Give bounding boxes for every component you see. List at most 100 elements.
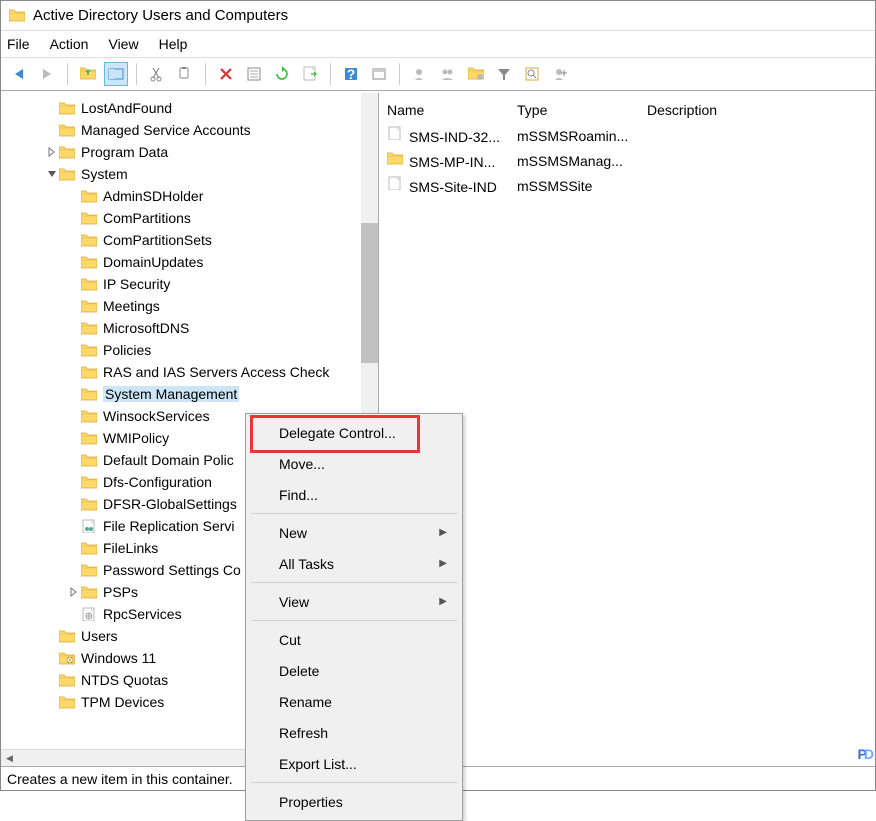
tree-node-label: NTDS Quotas (81, 672, 168, 688)
up-button[interactable] (76, 62, 100, 86)
folder-icon (59, 101, 75, 115)
tree-node-label: LostAndFound (81, 100, 172, 116)
menu-file[interactable]: File (7, 36, 30, 52)
context-menu-label: View (279, 594, 309, 610)
folder-icon (387, 151, 403, 167)
properties-button[interactable] (242, 62, 266, 86)
tree-node[interactable]: ComPartitions (1, 207, 378, 229)
list-header[interactable]: Name Type Description (379, 97, 875, 123)
show-hide-console-tree-button[interactable] (104, 62, 128, 86)
folder-icon (59, 123, 75, 137)
context-menu-label: All Tasks (279, 556, 334, 572)
menu-help[interactable]: Help (159, 36, 188, 52)
back-button[interactable] (7, 62, 31, 86)
column-description[interactable]: Description (647, 102, 875, 118)
filter-button[interactable] (492, 62, 516, 86)
filter-options-button[interactable] (367, 62, 391, 86)
list-row[interactable]: SMS-IND-32...mSSMSRoamin... (379, 123, 875, 148)
delete-button[interactable] (214, 62, 238, 86)
tree-node-label: RpcServices (103, 606, 182, 622)
new-user-button[interactable] (408, 62, 432, 86)
submenu-arrow-icon: ▶ (439, 527, 447, 538)
tree-node[interactable]: AdminSDHolder (1, 185, 378, 207)
scroll-thumb[interactable] (361, 223, 378, 363)
context-menu-item[interactable]: All Tasks▶ (249, 548, 459, 579)
tree-node[interactable]: IP Security (1, 273, 378, 295)
context-menu-item[interactable]: Cut (249, 624, 459, 655)
context-menu: Delegate Control... Move...Find... New ▶ All… (245, 413, 463, 821)
add-to-group-button[interactable] (548, 62, 572, 86)
folder-icon (81, 541, 97, 555)
tree-node-label: Users (81, 628, 118, 644)
service-icon (81, 519, 97, 533)
tree-node[interactable]: Meetings (1, 295, 378, 317)
tree-node[interactable]: LostAndFound (1, 97, 378, 119)
context-menu-item[interactable]: Delegate Control... (249, 417, 459, 448)
list-row[interactable]: SMS-MP-IN...mSSMSManag... (379, 148, 875, 173)
export-button[interactable] (298, 62, 322, 86)
tree-node[interactable]: System Management (1, 383, 378, 405)
column-name[interactable]: Name (387, 102, 517, 118)
context-menu-label: Cut (279, 632, 301, 648)
expander-icon[interactable] (67, 585, 81, 599)
ou-icon (59, 651, 75, 665)
tree-node[interactable]: ComPartitionSets (1, 229, 378, 251)
tree-node[interactable]: System (1, 163, 378, 185)
context-menu-item[interactable]: Export List... (249, 748, 459, 779)
find-button[interactable] (520, 62, 544, 86)
refresh-button[interactable] (270, 62, 294, 86)
context-menu-item[interactable]: New ▶ (249, 517, 459, 548)
tree-node-label: Windows 11 (81, 650, 156, 666)
tree-node[interactable]: DomainUpdates (1, 251, 378, 273)
tree-node[interactable]: Program Data (1, 141, 378, 163)
expander-icon (67, 343, 81, 357)
context-menu-item[interactable]: View▶ (249, 586, 459, 617)
folder-icon (81, 255, 97, 269)
folder-icon (59, 145, 75, 159)
folder-icon (81, 233, 97, 247)
tree-node-label: RAS and IAS Servers Access Check (103, 364, 329, 380)
folder-icon (81, 431, 97, 445)
tree-node[interactable]: Policies (1, 339, 378, 361)
expander-icon (67, 277, 81, 291)
tree-node-label: FileLinks (103, 540, 158, 556)
tree-node-label: AdminSDHolder (103, 188, 203, 204)
tree-node[interactable]: RAS and IAS Servers Access Check (1, 361, 378, 383)
expander-icon (67, 189, 81, 203)
menu-view[interactable]: View (108, 36, 138, 52)
context-menu-item[interactable]: Rename (249, 686, 459, 717)
forward-button[interactable] (35, 62, 59, 86)
expander-icon[interactable] (45, 145, 59, 159)
column-type[interactable]: Type (517, 102, 647, 118)
cut-button[interactable] (145, 62, 169, 86)
new-ou-button[interactable] (464, 62, 488, 86)
context-menu-item[interactable]: Delete (249, 655, 459, 686)
help-button[interactable]: ? (339, 62, 363, 86)
expander-icon (67, 453, 81, 467)
context-menu-label: Delegate Control... (279, 425, 396, 441)
copy-button[interactable] (173, 62, 197, 86)
tree-node[interactable]: MicrosoftDNS (1, 317, 378, 339)
new-group-button[interactable] (436, 62, 460, 86)
expander-icon (45, 695, 59, 709)
tree-node-label: IP Security (103, 276, 170, 292)
context-menu-item[interactable]: Refresh (249, 717, 459, 748)
svg-text:?: ? (347, 66, 356, 82)
context-menu-label: New (279, 525, 307, 541)
tree-node-label: Password Settings Co (103, 562, 241, 578)
expander-icon (67, 299, 81, 313)
expander-icon (67, 409, 81, 423)
expander-icon[interactable] (45, 167, 59, 181)
doc-icon (387, 126, 403, 142)
scroll-left-button[interactable]: ◀ (1, 750, 18, 766)
menu-separator (251, 582, 457, 583)
menu-action[interactable]: Action (50, 36, 89, 52)
expander-icon (67, 563, 81, 577)
menu-separator (251, 782, 457, 783)
tree-node[interactable]: Managed Service Accounts (1, 119, 378, 141)
context-menu-item[interactable]: Move... (249, 448, 459, 479)
list-row[interactable]: SMS-Site-INDmSSMSSite (379, 173, 875, 198)
context-menu-item[interactable]: Find... (249, 479, 459, 510)
row-type: mSSMSManag... (517, 153, 647, 169)
expander-icon (67, 233, 81, 247)
